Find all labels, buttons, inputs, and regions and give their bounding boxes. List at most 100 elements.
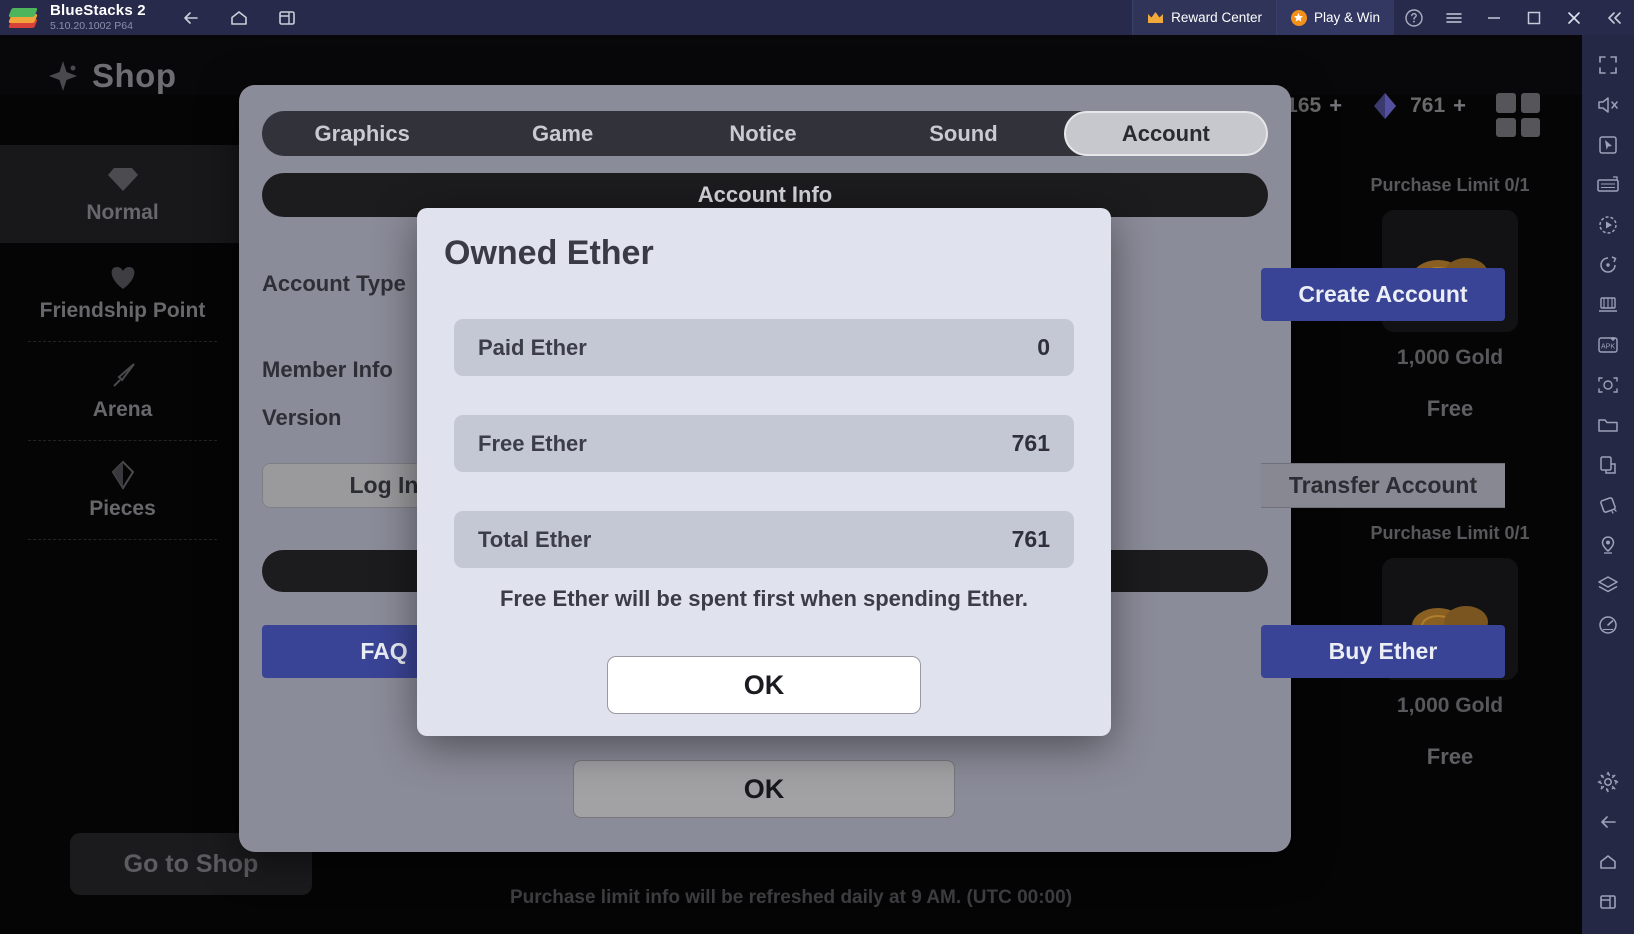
home-icon[interactable] xyxy=(228,7,250,29)
grid-view-icon[interactable] xyxy=(1496,93,1540,137)
reward-center-button[interactable]: Reward Center xyxy=(1132,0,1276,35)
keyboard-controls-icon[interactable] xyxy=(1588,165,1628,205)
play-and-win-button[interactable]: Play & Win xyxy=(1275,0,1394,35)
category-divider xyxy=(28,539,217,540)
total-ether-label: Total Ether xyxy=(478,526,592,552)
create-account-button[interactable]: Create Account xyxy=(1261,268,1505,321)
minimize-icon[interactable] xyxy=(1474,0,1514,35)
tab-sound[interactable]: Sound xyxy=(863,111,1063,156)
free-ether-value: 761 xyxy=(1011,430,1050,456)
shop-title: Shop xyxy=(92,57,177,94)
settings-gear-icon[interactable] xyxy=(1588,762,1628,802)
shop-item-name: 1,000 Gold xyxy=(1396,694,1504,717)
category-arena[interactable]: Arena xyxy=(0,342,245,440)
account-type-label: Account Type xyxy=(262,271,406,296)
total-ether-value: 761 xyxy=(1011,526,1050,552)
shop-item-price: Free xyxy=(1426,396,1474,421)
app-title: BlueStacks 2 xyxy=(50,2,146,20)
settings-ok-button[interactable]: OK xyxy=(573,760,955,818)
sword-icon xyxy=(106,361,140,391)
chevron-double-left-icon[interactable] xyxy=(1594,0,1634,35)
currency-ether-value: 761 xyxy=(1410,94,1446,117)
owned-ether-ok-button[interactable]: OK xyxy=(607,656,921,714)
tab-graphics[interactable]: Graphics xyxy=(262,111,462,156)
shake-icon[interactable] xyxy=(1588,485,1628,525)
owned-ether-note: Free Ether will be spent first when spen… xyxy=(499,586,1029,611)
version-label: Version xyxy=(262,405,342,430)
media-folder-icon[interactable] xyxy=(1588,405,1628,445)
category-pieces[interactable]: Pieces xyxy=(0,441,245,539)
copy-screen-icon[interactable] xyxy=(1588,445,1628,485)
shop-logo-row: Shop xyxy=(46,57,176,95)
currency-ether-plus[interactable]: + xyxy=(1453,93,1466,119)
owned-ether-dialog: Owned Ether Paid Ether 0 Free Ether 761 … xyxy=(417,208,1111,736)
hamburger-menu-icon[interactable] xyxy=(1434,0,1474,35)
window-controls xyxy=(1394,0,1634,35)
star-icon xyxy=(1290,9,1307,26)
currency-gold-plus[interactable]: + xyxy=(1329,93,1342,119)
titlebar-nav-icons xyxy=(180,7,298,29)
tab-account[interactable]: Account xyxy=(1063,111,1269,156)
help-circle-icon[interactable] xyxy=(1394,0,1434,35)
paid-ether-label: Paid Ether xyxy=(478,334,587,360)
category-normal[interactable]: Normal xyxy=(0,145,245,243)
tab-game[interactable]: Game xyxy=(462,111,662,156)
category-friendship-point[interactable]: Friendship Point xyxy=(0,243,245,341)
play-and-win-label: Play & Win xyxy=(1313,10,1380,25)
currency-ether[interactable]: 761 + xyxy=(1368,89,1466,123)
total-ether-row: Total Ether 761 xyxy=(454,511,1074,568)
macro-play-icon[interactable] xyxy=(1588,205,1628,245)
titlebar-right-group: Reward Center Play & Win xyxy=(1132,0,1634,35)
shop-item-name: 1,000 Gold xyxy=(1396,346,1504,369)
transfer-account-button[interactable]: Transfer Account xyxy=(1261,463,1505,508)
settings-tab-bar: Graphics Game Notice Sound Account xyxy=(262,111,1269,156)
back-arrow-icon[interactable] xyxy=(1588,802,1628,842)
recents-icon[interactable] xyxy=(1588,882,1628,922)
location-icon[interactable] xyxy=(1588,525,1628,565)
bluestacks-logo-icon xyxy=(8,7,40,29)
shop-item-price: Free xyxy=(1426,744,1474,769)
bluestacks-tool-sidebar: APK xyxy=(1582,35,1634,934)
reward-center-label: Reward Center xyxy=(1171,10,1262,25)
fullscreen-icon[interactable] xyxy=(1588,45,1628,85)
diamond-icon xyxy=(106,164,140,194)
shop-category-nav: Normal Friendship Point Arena Pieces xyxy=(0,145,245,540)
member-info-label: Member Info xyxy=(262,357,393,382)
paid-ether-value: 0 xyxy=(1037,334,1050,360)
purchase-limit-note: Purchase limit info will be refreshed da… xyxy=(509,887,1073,908)
category-normal-label: Normal xyxy=(86,200,159,224)
multi-instance-icon[interactable] xyxy=(276,7,298,29)
tab-notice[interactable]: Notice xyxy=(663,111,863,156)
shop-item-limit: Purchase Limit 0/1 xyxy=(1370,523,1530,543)
category-pieces-label: Pieces xyxy=(89,496,156,520)
sparkle-icon xyxy=(46,59,80,93)
layers-icon[interactable] xyxy=(1588,565,1628,605)
home-icon[interactable] xyxy=(1588,842,1628,882)
cursor-icon[interactable] xyxy=(1588,125,1628,165)
mute-icon[interactable] xyxy=(1588,85,1628,125)
svg-text:APK: APK xyxy=(1601,344,1615,351)
maximize-icon[interactable] xyxy=(1514,0,1554,35)
category-arena-label: Arena xyxy=(92,397,153,421)
owned-ether-title: Owned Ether xyxy=(444,234,654,272)
shop-item-limit: Purchase Limit 0/1 xyxy=(1370,175,1530,195)
install-apk-icon[interactable]: APK xyxy=(1588,325,1628,365)
free-ether-row: Free Ether 761 xyxy=(454,415,1074,472)
gem-piece-icon xyxy=(106,460,140,490)
multi-instance-manager-icon[interactable] xyxy=(1588,285,1628,325)
screen-root: Shop 184/72 + 529,165 + 761 xyxy=(0,0,1634,934)
close-icon[interactable] xyxy=(1554,0,1594,35)
back-arrow-icon[interactable] xyxy=(180,7,202,29)
performance-meter-icon[interactable] xyxy=(1588,605,1628,645)
buy-ether-button[interactable]: Buy Ether xyxy=(1261,625,1505,678)
paid-ether-row: Paid Ether 0 xyxy=(454,319,1074,376)
category-friendship-point-label: Friendship Point xyxy=(39,298,206,322)
bluestacks-titlebar: BlueStacks 2 5.10.20.1002 P64 Reward Cen… xyxy=(0,0,1634,35)
free-ether-label: Free Ether xyxy=(478,430,587,456)
heart-icon xyxy=(106,262,140,292)
ether-crystal-icon xyxy=(1368,89,1402,123)
crown-icon xyxy=(1147,11,1164,24)
app-version: 5.10.20.1002 P64 xyxy=(50,19,133,32)
rotate-icon[interactable] xyxy=(1588,245,1628,285)
screenshot-icon[interactable] xyxy=(1588,365,1628,405)
